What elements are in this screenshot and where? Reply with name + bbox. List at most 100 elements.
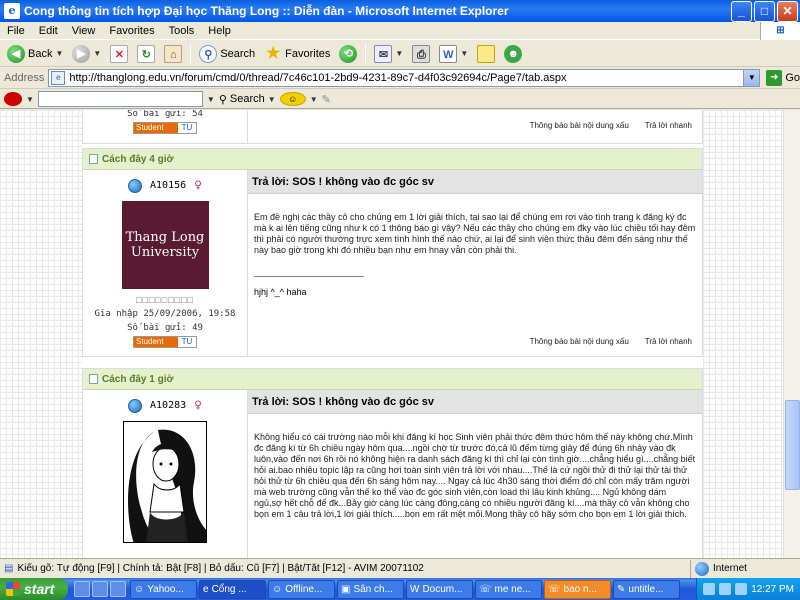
back-button[interactable]: ◀ Back ▼ xyxy=(4,42,66,66)
search-button[interactable]: ⚲ Search xyxy=(196,42,258,66)
back-dropdown-icon[interactable]: ▼ xyxy=(55,49,63,58)
search-input-dropdown-icon[interactable]: ▼ xyxy=(207,95,215,104)
previous-post-actions: Thông báo bài nội dung xấu Trả lời nhanh xyxy=(530,121,692,130)
quick-launch-app-icon[interactable] xyxy=(92,581,108,597)
messenger-button[interactable]: ☻ xyxy=(501,42,525,66)
student-badge: Student TU xyxy=(133,122,197,134)
start-label: start xyxy=(24,581,55,597)
report-post-link[interactable]: Thông báo bài nội dung xấu xyxy=(530,337,629,346)
back-arrow-icon: ◀ xyxy=(7,44,25,63)
task-yahoo[interactable]: ☺ Yahoo... xyxy=(130,579,197,599)
word-icon: W xyxy=(410,583,420,595)
edit-dropdown-icon[interactable]: ▼ xyxy=(460,49,468,58)
address-label: Address xyxy=(4,72,45,84)
forum-thread: Số bài gửi: 54 Student TU Thông báo bài n… xyxy=(82,110,703,558)
vertical-scrollbar[interactable] xyxy=(783,110,800,558)
task-portal[interactable]: e Cổng ... xyxy=(199,579,266,599)
task-san-ch[interactable]: ▣ Sân ch... xyxy=(337,579,404,599)
minimize-button[interactable]: _ xyxy=(731,0,752,22)
toolbar-separator xyxy=(365,43,367,64)
menu-favorites[interactable]: Favorites xyxy=(102,25,161,37)
home-icon: ⌂ xyxy=(164,44,183,63)
messenger-icon: ☻ xyxy=(504,44,523,63)
quick-launch-app-icon[interactable] xyxy=(74,581,90,597)
clock[interactable]: 12:27 PM xyxy=(751,584,794,595)
print-icon: ⎙ xyxy=(412,44,431,63)
discuss-button[interactable] xyxy=(474,42,498,66)
history-button[interactable]: ⟲ xyxy=(336,42,360,66)
toolbar-search-input[interactable] xyxy=(37,91,203,107)
menu-edit[interactable]: Edit xyxy=(32,25,65,37)
menu-help[interactable]: Help xyxy=(201,25,238,37)
search-toolbar: ▼ ▼ ⚲ Search ▼ ☺ ▼ ✎ xyxy=(0,90,800,109)
pencil-icon[interactable]: ✎ xyxy=(322,93,331,106)
forward-button[interactable]: ▶ ▼ xyxy=(69,42,104,66)
windows-flag-icon xyxy=(6,582,20,596)
go-button[interactable]: ➜ Go xyxy=(766,70,800,86)
toolbar-search-dropdown-icon[interactable]: ▼ xyxy=(268,95,276,104)
forward-dropdown-icon[interactable]: ▼ xyxy=(93,49,101,58)
post-actions: Thông báo bài nội dung xấu Trả lời nhanh xyxy=(530,337,692,346)
refresh-button[interactable]: ↻ xyxy=(134,42,158,66)
home-button[interactable]: ⌂ xyxy=(161,42,185,66)
task-bao-n[interactable]: ☏ bao n... xyxy=(544,579,611,599)
avatar: Thang Long University xyxy=(121,201,209,289)
right-background-pattern xyxy=(703,110,783,558)
logo-dropdown-icon[interactable]: ▼ xyxy=(26,95,34,104)
menu-file[interactable]: File xyxy=(0,25,32,37)
start-button[interactable]: start xyxy=(0,578,68,600)
maximize-button[interactable]: □ xyxy=(754,0,775,22)
menu-bar: File Edit View Favorites Tools Help ⊞ xyxy=(0,21,800,40)
tray-app-icon[interactable] xyxy=(703,583,716,595)
yahoo-icon: ☺ xyxy=(272,583,283,595)
menu-view[interactable]: View xyxy=(65,25,103,37)
online-globe-icon xyxy=(128,178,143,193)
smiley-icon[interactable]: ☺ xyxy=(279,92,306,106)
history-icon: ⟲ xyxy=(339,44,358,63)
stop-button[interactable]: ✕ xyxy=(107,42,131,66)
username[interactable]: A10283 xyxy=(150,400,186,411)
favorites-star-icon: ★ xyxy=(266,44,281,62)
forum-post: Cách đây 4 giờ A10156 ♀ Thang Long Unive… xyxy=(82,148,703,357)
report-post-link[interactable]: Thông báo bài nội dung xấu xyxy=(530,121,629,130)
post-title: Trả lời: SOS ! không vào đc góc sv xyxy=(248,390,702,414)
scrollbar-thumb[interactable] xyxy=(785,400,800,490)
quick-launch-app-icon[interactable] xyxy=(110,581,126,597)
smiley-dropdown-icon[interactable]: ▼ xyxy=(310,95,318,104)
task-offline[interactable]: ☺ Offline... xyxy=(268,579,335,599)
task-untitled[interactable]: ✎ untitle... xyxy=(613,579,680,599)
task-document[interactable]: W Docum... xyxy=(406,579,473,599)
ie-icon: e xyxy=(4,3,20,19)
go-arrow-icon: ➜ xyxy=(766,70,783,86)
print-button[interactable]: ⎙ xyxy=(409,42,433,66)
menu-tools[interactable]: Tools xyxy=(162,25,202,37)
close-button[interactable]: ✕ xyxy=(777,0,798,22)
mail-button[interactable]: ✉ ▼ xyxy=(371,42,406,66)
standard-toolbar: ◀ Back ▼ ▶ ▼ ✕ ↻ ⌂ ⚲ Search ★ Favorites … xyxy=(0,41,800,67)
quick-reply-link[interactable]: Trả lời nhanh xyxy=(645,337,692,346)
tray-app-icon[interactable] xyxy=(719,583,732,595)
status-text: Kiểu gõ: Tự động [F9] | Chính tả: Bật [F… xyxy=(17,563,424,574)
favorites-button[interactable]: ★ Favorites xyxy=(261,42,333,66)
window-icon: ▣ xyxy=(341,583,351,595)
toolbar-search-button[interactable]: ⚲ Search ▼ xyxy=(219,93,276,106)
quick-reply-link[interactable]: Trả lời nhanh xyxy=(645,121,692,130)
edit-button[interactable]: W ▼ xyxy=(436,42,471,66)
address-dropdown-icon[interactable]: ▼ xyxy=(743,70,760,86)
post-time-icon xyxy=(89,154,98,164)
tray-app-icon[interactable] xyxy=(735,583,748,595)
url-text[interactable]: http://thanglong.edu.vn/forum/cmd/0/thre… xyxy=(69,72,743,84)
task-me-ne[interactable]: ☏ me ne... xyxy=(475,579,542,599)
yahoo-icon: ☺ xyxy=(134,583,145,595)
online-globe-icon xyxy=(128,398,143,413)
mail-dropdown-icon[interactable]: ▼ xyxy=(395,49,403,58)
username[interactable]: A10156 xyxy=(150,180,186,191)
address-input[interactable]: e http://thanglong.edu.vn/forum/cmd/0/th… xyxy=(48,69,761,87)
discuss-icon xyxy=(477,44,496,63)
previous-post-user-col: Số bài gửi: 54 Student TU xyxy=(83,110,248,143)
post-time: Cách đây 1 giờ xyxy=(102,373,174,385)
magnifier-icon: ⚲ xyxy=(218,93,227,106)
toolbar-logo-icon[interactable] xyxy=(4,92,22,106)
previous-post-tail: Số bài gửi: 54 Student TU Thông báo bài n… xyxy=(82,110,703,144)
student-badge: Student TU xyxy=(133,336,197,348)
